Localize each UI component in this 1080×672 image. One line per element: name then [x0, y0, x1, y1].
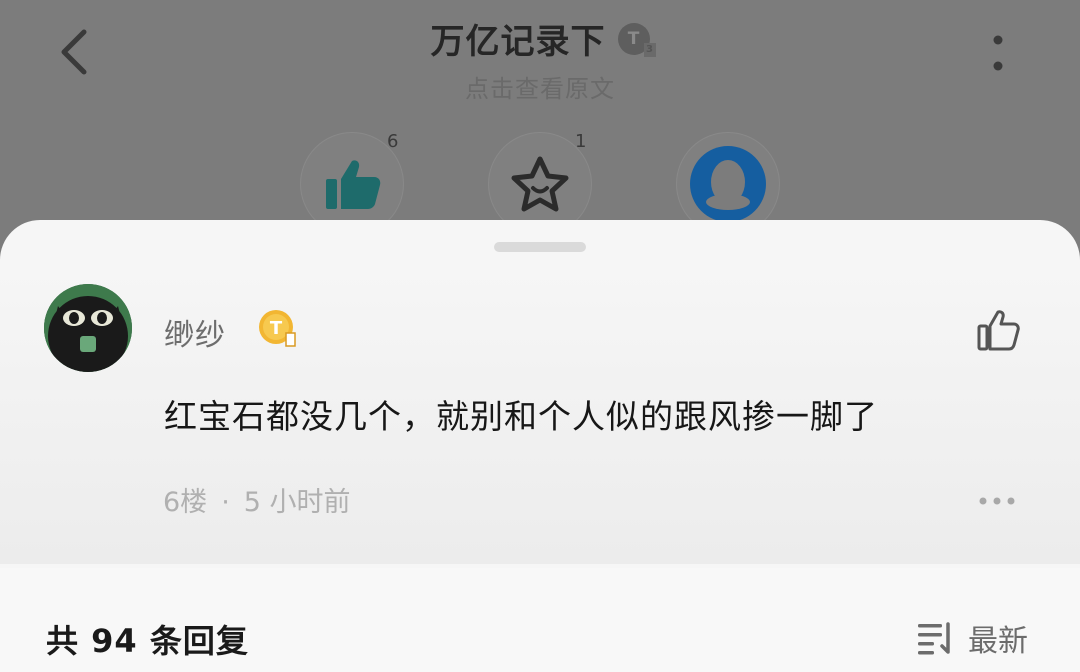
sort-list-icon — [918, 622, 950, 655]
replies-header: 共 94 条回复 最新 — [0, 568, 1080, 672]
star-face-icon — [511, 156, 569, 212]
comment-meta: 6楼 · 5 小时前 — [163, 480, 351, 519]
page-title: 万亿记录下 — [430, 22, 606, 62]
comment-text: 红宝石都没几个，就别和个人似的跟风掺一脚了 — [164, 397, 878, 436]
thumbs-up-outline-icon[interactable] — [976, 308, 1020, 352]
level-badge-icon: T — [259, 310, 296, 347]
level-badge-icon: T 3 — [617, 22, 656, 57]
floor-number: 6楼 — [163, 487, 208, 518]
title-area[interactable]: 万亿记录下 T 3 点击查看原文 — [0, 14, 1080, 104]
like-count: 6 — [387, 131, 399, 152]
comment-username[interactable]: 缈纱 — [164, 310, 226, 354]
qq-penguin-icon — [690, 146, 766, 222]
thumbs-up-icon — [326, 160, 381, 209]
favorite-count: 1 — [575, 131, 587, 152]
meta-separator: · — [221, 487, 230, 518]
comment-time: 5 小时前 — [243, 487, 351, 518]
cat-avatar-icon — [44, 284, 132, 372]
avatar[interactable] — [44, 284, 132, 372]
comment-bottom-sheet: 缈纱 T 红宝石都没几个，就别和个人似的跟风掺一脚了 6楼 · 5 小时前 共 94… — [0, 220, 1080, 672]
comment-item[interactable]: 缈纱 T 红宝石都没几个，就别和个人似的跟风掺一脚了 6楼 · 5 小时前 — [0, 264, 1080, 564]
sort-toggle[interactable]: 最新 — [916, 616, 1028, 660]
more-horizontal-icon[interactable] — [978, 496, 1016, 506]
view-original-link[interactable]: 点击查看原文 — [0, 69, 1080, 104]
svg-text:T: T — [270, 318, 283, 339]
sort-label: 最新 — [968, 624, 1028, 659]
top-bar: 万亿记录下 T 3 点击查看原文 — [0, 0, 1080, 110]
sheet-drag-handle[interactable] — [494, 242, 586, 252]
reply-count: 共 94 条回复 — [46, 622, 249, 660]
more-vertical-icon[interactable] — [980, 34, 1016, 74]
